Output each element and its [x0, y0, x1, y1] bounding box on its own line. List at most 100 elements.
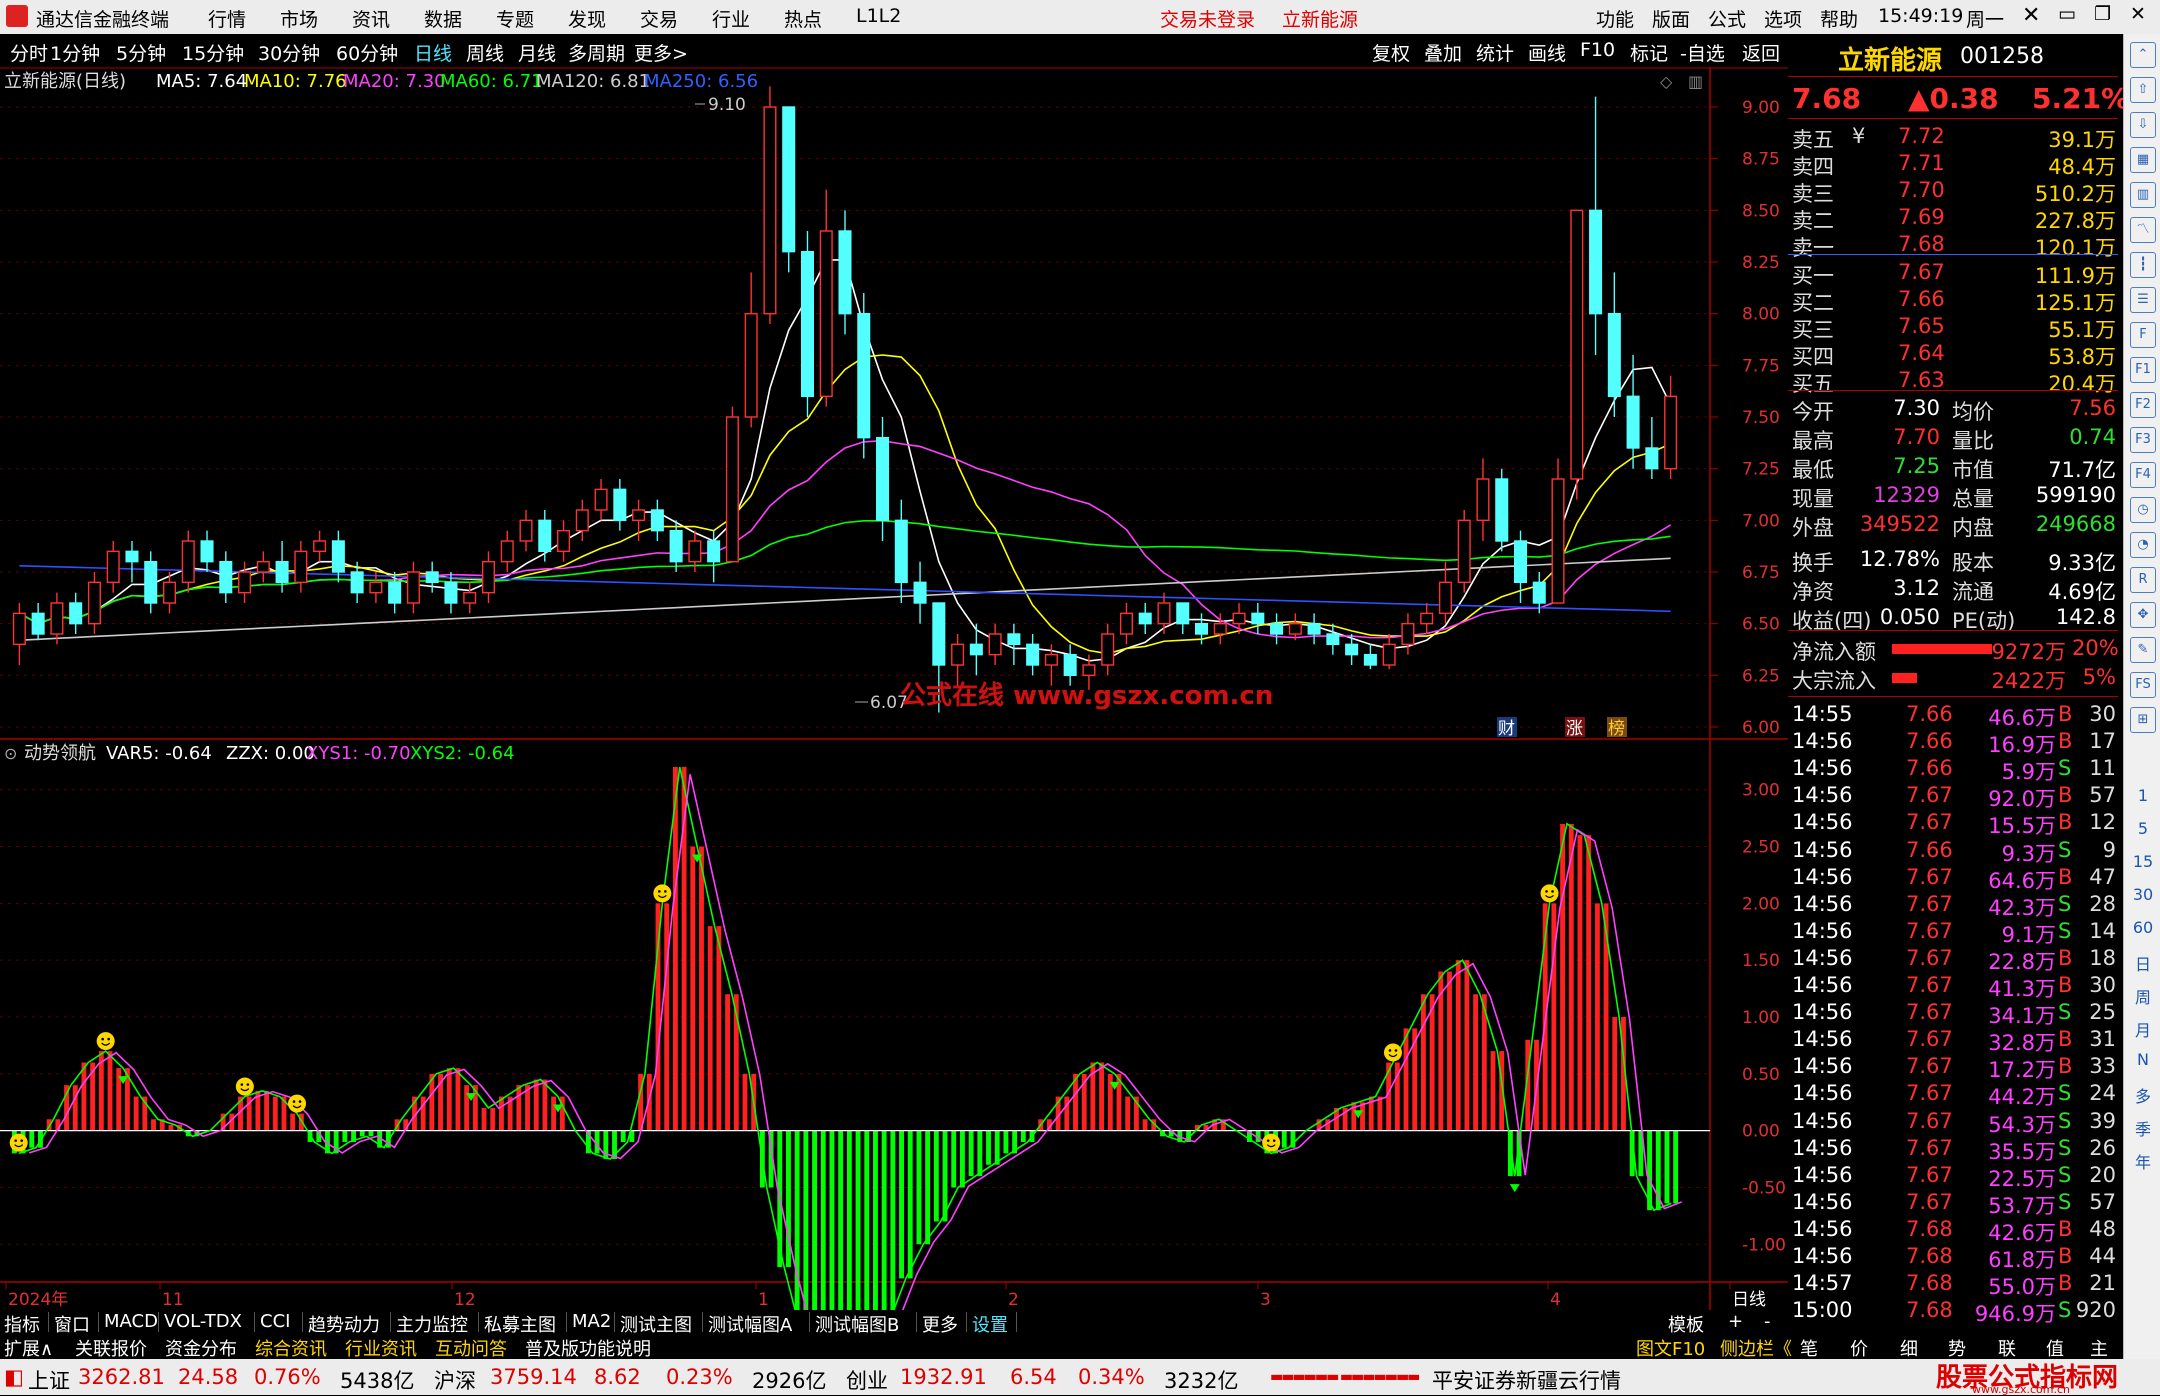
- tool-diejia[interactable]: 叠加: [1424, 39, 1462, 66]
- ask-row[interactable]: 卖四 7.71 48.4万: [1788, 151, 2118, 179]
- badge-zhang[interactable]: 涨: [1566, 719, 1583, 739]
- menu-faxian[interactable]: 发现: [568, 5, 606, 32]
- menu-jiaoyi[interactable]: 交易: [640, 5, 678, 32]
- menu-gongshi[interactable]: 公式: [1708, 5, 1746, 32]
- tool-zixuan[interactable]: -自选: [1680, 39, 1725, 66]
- sidebar-period-10[interactable]: 季: [2132, 1116, 2154, 1140]
- period-60min[interactable]: 60分钟: [336, 39, 398, 66]
- grid-icon[interactable]: ▦: [2130, 147, 2156, 173]
- indicator-tab-8[interactable]: MA2: [572, 1311, 611, 1332]
- clock-icon[interactable]: ◷: [2130, 497, 2156, 523]
- sidebar-period-11[interactable]: 年: [2132, 1149, 2154, 1173]
- f1-icon[interactable]: F1: [2130, 357, 2156, 383]
- bid-row[interactable]: 买四 7.64 53.8万: [1788, 341, 2118, 369]
- sidebar-period-2[interactable]: 15: [2132, 852, 2154, 871]
- ask-row[interactable]: 卖三 7.70 510.2万: [1788, 178, 2118, 206]
- menu-zhuanti[interactable]: 专题: [496, 5, 534, 32]
- period-1min[interactable]: 1分钟: [50, 39, 100, 66]
- list-icon[interactable]: ☰: [2130, 287, 2156, 313]
- close-window-icon[interactable]: ✕: [2130, 3, 2146, 25]
- sidebar-period-9[interactable]: 多: [2132, 1083, 2154, 1107]
- pie-icon[interactable]: ◔: [2130, 532, 2156, 558]
- panel-tab-0[interactable]: 图文F10: [1636, 1335, 1705, 1361]
- tool-huaxian[interactable]: 画线: [1528, 39, 1566, 66]
- bid-row[interactable]: 买二 7.66 125.1万: [1788, 287, 2118, 315]
- arrow-up-icon[interactable]: ⇧: [2130, 77, 2156, 103]
- extension-tab-0[interactable]: 扩展∧: [4, 1335, 53, 1361]
- sidebar-period-4[interactable]: 60: [2132, 918, 2154, 937]
- menu-hangqing[interactable]: 行情: [208, 5, 246, 32]
- badge-bang[interactable]: 榜: [1608, 719, 1625, 739]
- arrow-down-icon[interactable]: ⇩: [2130, 112, 2156, 138]
- sidebar-period-8[interactable]: N: [2132, 1050, 2154, 1069]
- period-5min[interactable]: 5分钟: [116, 39, 166, 66]
- period-weekly[interactable]: 周线: [466, 39, 504, 66]
- period-15min[interactable]: 15分钟: [182, 39, 244, 66]
- menu-shichang[interactable]: 市场: [280, 5, 318, 32]
- period-multi[interactable]: 多周期: [568, 39, 625, 66]
- f3-icon[interactable]: F3: [2130, 427, 2156, 453]
- fs-icon[interactable]: FS: [2130, 672, 2156, 698]
- period-more[interactable]: 更多>: [634, 39, 688, 66]
- menu-gongneng[interactable]: 功能: [1596, 5, 1634, 32]
- sidebar-period-1[interactable]: 5: [2132, 819, 2154, 838]
- period-monthly[interactable]: 月线: [518, 39, 556, 66]
- pen-icon[interactable]: ✎: [2130, 637, 2156, 663]
- cy-label[interactable]: 创业: [846, 1365, 888, 1395]
- f4-icon[interactable]: F4: [2130, 462, 2156, 488]
- menu-shuju[interactable]: 数据: [424, 5, 462, 32]
- tool-tongji[interactable]: 统计: [1476, 39, 1514, 66]
- indicator-tab-3[interactable]: VOL-TDX: [164, 1311, 242, 1332]
- panel-tab-3[interactable]: 价: [1850, 1335, 1868, 1361]
- tool-fuquan[interactable]: 复权: [1372, 39, 1410, 66]
- chart-icon[interactable]: ⊞: [2130, 707, 2156, 733]
- ask-row[interactable]: 卖五 7.72 39.1万 ¥: [1788, 124, 2118, 152]
- hs-label[interactable]: 沪深: [434, 1365, 476, 1395]
- candles-icon[interactable]: ┇: [2130, 252, 2156, 278]
- restore-icon[interactable]: ▭: [2058, 3, 2076, 25]
- period-daily[interactable]: 日线: [414, 39, 452, 66]
- menu-l1l2[interactable]: L1L2: [856, 5, 901, 27]
- menu-bangzhu[interactable]: 帮助: [1820, 5, 1858, 32]
- extension-tab-2[interactable]: 资金分布: [165, 1335, 237, 1361]
- extension-tab-3[interactable]: 综合资讯: [255, 1335, 327, 1361]
- tool-biaoji[interactable]: 标记: [1630, 39, 1668, 66]
- sidebar-period-6[interactable]: 周: [2132, 984, 2154, 1008]
- extension-tab-1[interactable]: 关联报价: [75, 1335, 147, 1361]
- sh-label[interactable]: 上证: [28, 1365, 70, 1395]
- template-tab-2[interactable]: -: [1764, 1311, 1771, 1332]
- sidebar-period-7[interactable]: 月: [2132, 1017, 2154, 1041]
- tool-f10[interactable]: F10: [1580, 39, 1615, 61]
- sidebar-period-0[interactable]: 1: [2132, 786, 2154, 805]
- bars-icon[interactable]: ▥: [2130, 182, 2156, 208]
- bid-row[interactable]: 买三 7.65 55.1万: [1788, 314, 2118, 342]
- f10-icon[interactable]: F: [2130, 322, 2156, 348]
- sidebar-period-5[interactable]: 日: [2132, 951, 2154, 975]
- extension-tab-5[interactable]: 互动问答: [435, 1335, 507, 1361]
- line-icon[interactable]: 〽: [2130, 217, 2156, 243]
- f2-icon[interactable]: F2: [2130, 392, 2156, 418]
- kline-chart-area[interactable]: 9.00 8.75 8.50 8.25 8.00 7.75 7.50 7.25 7.00 6.75…: [0, 67, 1788, 1310]
- badge-cai[interactable]: 财: [1498, 719, 1515, 739]
- panel-tab-1[interactable]: 侧边栏《: [1720, 1335, 1792, 1361]
- trade-status[interactable]: 交易未登录: [1160, 5, 1255, 32]
- extension-tab-4[interactable]: 行业资讯: [345, 1335, 417, 1361]
- indicator-tab-2[interactable]: MACD: [104, 1311, 158, 1332]
- tool-fanhui[interactable]: 返回: [1742, 39, 1780, 66]
- menu-zixun[interactable]: 资讯: [352, 5, 390, 32]
- panel-tab-4[interactable]: 细: [1900, 1335, 1918, 1361]
- chevron-up-icon[interactable]: ⌃: [2130, 42, 2156, 68]
- restore-window-icon[interactable]: ❐: [2094, 3, 2111, 25]
- rsi-icon[interactable]: R: [2130, 567, 2156, 593]
- period-fenshi[interactable]: 分时: [10, 39, 48, 66]
- ask-row[interactable]: 卖二 7.69 227.8万: [1788, 205, 2118, 233]
- menu-redian[interactable]: 热点: [784, 5, 822, 32]
- close-icon[interactable]: ✕: [2022, 3, 2040, 28]
- move-icon[interactable]: ✥: [2130, 602, 2156, 628]
- menu-hangye[interactable]: 行业: [712, 5, 750, 32]
- bid-row[interactable]: 买一 7.67 111.9万: [1788, 260, 2118, 288]
- menu-banmian[interactable]: 版面: [1652, 5, 1690, 32]
- menu-xuanxiang[interactable]: 选项: [1764, 5, 1802, 32]
- template-tab-1[interactable]: +: [1728, 1311, 1743, 1332]
- sidebar-period-3[interactable]: 30: [2132, 885, 2154, 904]
